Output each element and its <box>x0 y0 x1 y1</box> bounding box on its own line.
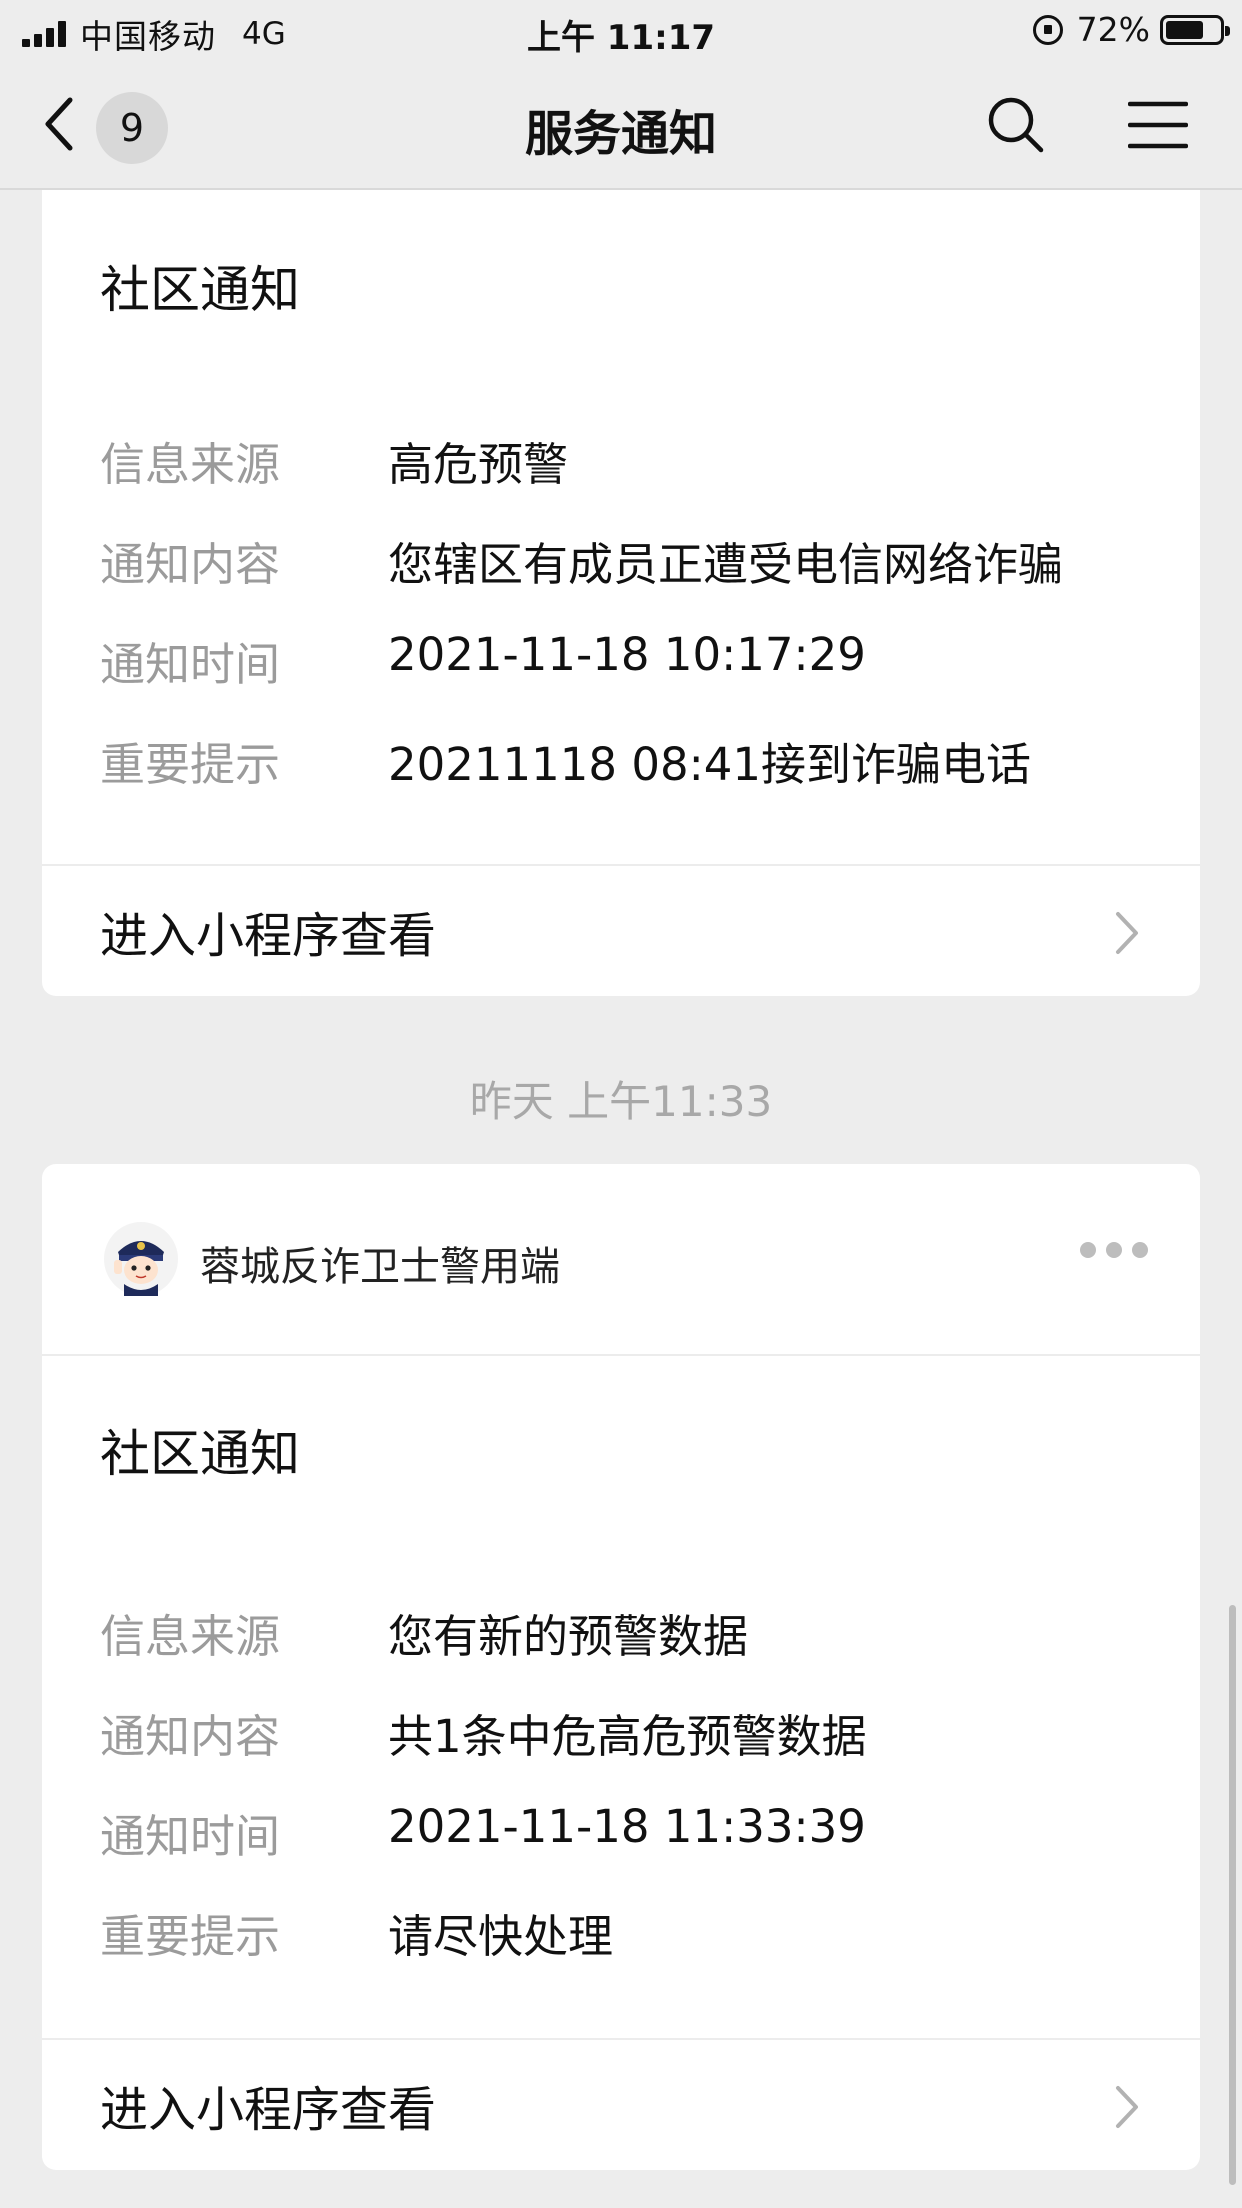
field-label: 通知内容 <box>100 1710 281 1763</box>
message-time-divider: 昨天 上午11:33 <box>469 1077 773 1126</box>
notification-card: 蓉城反诈卫士警用端 社区通知 信息来源 您有新的预警数据 通知内容 共1条中危高… <box>42 1164 1200 2170</box>
field-label: 信息来源 <box>100 1610 281 1663</box>
police-avatar-icon[interactable] <box>104 1222 178 1296</box>
open-miniprogram-label: 进入小程序查看 <box>100 2082 437 2138</box>
field-label: 通知内容 <box>100 538 281 591</box>
field-label: 重要提示 <box>100 1910 281 1963</box>
battery-level-fill <box>1166 20 1203 39</box>
field-value: 共1条中危高危预警数据 <box>388 1710 867 1763</box>
navigation-bar: 9 服务通知 <box>0 64 1242 190</box>
status-bar: 中国移动 4G 上午 11:17 72% <box>0 0 1242 64</box>
field-label: 重要提示 <box>100 738 281 791</box>
open-miniprogram-label: 进入小程序查看 <box>100 908 437 964</box>
status-left: 中国移动 4G <box>22 10 286 58</box>
field-value: 您有新的预警数据 <box>388 1610 749 1663</box>
field-label: 信息来源 <box>100 438 281 491</box>
back-button[interactable] <box>40 92 100 162</box>
battery-percent: 72% <box>1076 10 1150 49</box>
carrier-name: 中国移动 <box>80 17 216 56</box>
field-value: 高危预警 <box>388 438 569 491</box>
chevron-right-icon <box>1116 912 1138 954</box>
battery-tip <box>1225 25 1230 36</box>
card-header: 蓉城反诈卫士警用端 <box>42 1164 1200 1356</box>
field-value: 您辖区有成员正遭受电信网络诈骗 <box>388 538 1064 591</box>
field-row-source: 信息来源 高危预警 <box>100 428 1160 498</box>
menu-icon <box>1127 101 1189 149</box>
open-miniprogram-button[interactable]: 进入小程序查看 <box>42 2038 1200 2170</box>
field-value: 20211118 08:41接到诈骗电话 <box>388 738 1032 791</box>
card-title: 社区通知 <box>100 1425 300 1483</box>
more-dot-icon <box>1080 1242 1096 1258</box>
field-row-content: 通知内容 共1条中危高危预警数据 <box>100 1700 1160 1770</box>
field-row-time: 通知时间 2021-11-18 10:17:29 <box>100 628 1160 698</box>
chevron-right-icon <box>1116 2086 1138 2128</box>
page-title: 服务通知 <box>524 106 717 162</box>
field-row-source: 信息来源 您有新的预警数据 <box>100 1600 1160 1670</box>
field-value: 2021-11-18 11:33:39 <box>388 1800 866 1853</box>
field-row-content: 通知内容 您辖区有成员正遭受电信网络诈骗 <box>100 528 1160 598</box>
field-row-tip: 重要提示 20211118 08:41接到诈骗电话 <box>100 728 1160 798</box>
signal-strength-icon <box>22 21 66 47</box>
field-label: 通知时间 <box>100 1810 281 1863</box>
rotation-lock-icon <box>1032 14 1063 45</box>
more-dot-icon <box>1106 1242 1122 1258</box>
more-options-button[interactable] <box>1080 1242 1148 1258</box>
menu-button[interactable] <box>1127 98 1189 152</box>
field-row-time: 通知时间 2021-11-18 11:33:39 <box>100 1800 1160 1870</box>
field-row-tip: 重要提示 请尽快处理 <box>100 1900 1160 1970</box>
notification-card: 社区通知 信息来源 高危预警 通知内容 您辖区有成员正遭受电信网络诈骗 通知时间… <box>42 190 1200 996</box>
status-right: 72% <box>1032 10 1230 49</box>
more-dot-icon <box>1132 1242 1148 1258</box>
search-icon <box>988 97 1044 153</box>
scrollbar[interactable] <box>1229 1605 1236 2185</box>
field-value: 请尽快处理 <box>388 1910 614 1963</box>
search-button[interactable] <box>985 94 1047 156</box>
back-arrow-icon <box>45 97 73 151</box>
field-label: 通知时间 <box>100 638 281 691</box>
field-value: 2021-11-18 10:17:29 <box>388 628 866 681</box>
network-type: 4G <box>242 16 286 52</box>
unread-count-badge[interactable]: 9 <box>96 92 168 164</box>
battery-icon <box>1160 14 1230 45</box>
open-miniprogram-button[interactable]: 进入小程序查看 <box>42 864 1200 996</box>
app-name[interactable]: 蓉城反诈卫士警用端 <box>200 1234 560 1292</box>
card-title: 社区通知 <box>100 261 300 319</box>
